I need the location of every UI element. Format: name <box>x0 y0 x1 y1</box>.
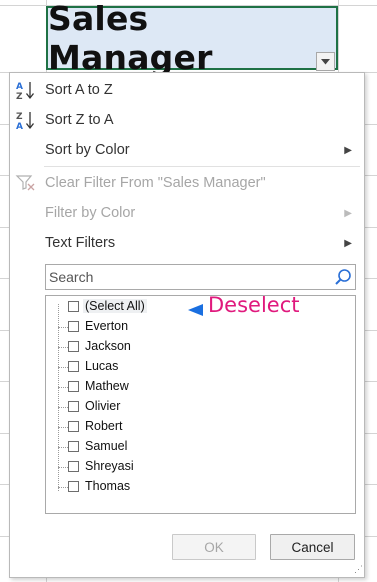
menu-item-clear-filter: Clear Filter From "Sales Manager" <box>10 168 364 198</box>
list-item-label: Samuel <box>85 439 128 453</box>
submenu-arrow-icon: ▶ <box>344 144 352 156</box>
submenu-arrow-icon: ▶ <box>344 207 352 219</box>
checkbox[interactable] <box>68 401 79 412</box>
svg-text:Z: Z <box>16 112 23 122</box>
ok-button[interactable]: OK <box>172 534 256 560</box>
menu-item-text-filters[interactable]: Text Filters ▶ <box>10 228 364 258</box>
list-item[interactable]: Everton <box>46 317 346 337</box>
menu-label-text-filters: Text Filters <box>45 235 116 251</box>
cancel-button[interactable]: Cancel <box>270 534 355 560</box>
header-title: Sales Manager <box>48 0 213 77</box>
menu-label-clear-filter: Clear Filter From "Sales Manager" <box>45 175 266 191</box>
sort-ascending-icon: A Z <box>16 82 35 100</box>
list-item-label: (Select All) <box>83 299 147 313</box>
search-placeholder: Search <box>49 269 94 285</box>
list-item-select-all[interactable]: (Select All) Deselect <box>46 295 346 317</box>
tree-branch <box>58 467 68 468</box>
search-icon <box>335 269 351 285</box>
tree-branch <box>58 367 68 368</box>
tree-branch <box>58 327 68 328</box>
menu-item-sort-z-to-a[interactable]: Z A Sort Z to A <box>10 105 364 135</box>
menu-label-sort-by-color: Sort by Color <box>45 142 130 158</box>
menu-separator <box>44 166 360 167</box>
list-item-label: Shreyasi <box>85 459 134 473</box>
list-item-label: Mathew <box>85 379 129 393</box>
svg-text:A: A <box>16 122 23 130</box>
checkbox[interactable] <box>68 381 79 392</box>
menu-label-sort-z-to-a: Sort Z to A <box>45 112 114 128</box>
list-item-label: Robert <box>85 419 123 433</box>
menu-item-sort-a-to-z[interactable]: A Z Sort A to Z <box>10 75 364 105</box>
tree-branch <box>58 387 68 388</box>
list-item[interactable]: Samuel <box>46 437 346 457</box>
checkbox[interactable] <box>68 481 79 492</box>
list-item-label: Lucas <box>85 359 119 373</box>
list-item[interactable]: Robert <box>46 417 346 437</box>
svg-text:Z: Z <box>16 92 23 100</box>
list-item-label: Jackson <box>85 339 131 353</box>
annotation-deselect: Deselect <box>208 295 300 317</box>
menu-label-sort-a-to-z: Sort A to Z <box>45 82 113 98</box>
resize-grip-icon[interactable]: ⋰ <box>354 564 363 575</box>
svg-text:A: A <box>16 82 23 92</box>
tree-branch <box>58 407 68 408</box>
list-item[interactable]: Mathew <box>46 377 346 397</box>
checkbox[interactable] <box>68 361 79 372</box>
list-item[interactable]: Shreyasi <box>46 457 346 477</box>
tree-branch <box>58 427 68 428</box>
checkbox[interactable] <box>68 461 79 472</box>
autofilter-menu: A Z Sort A to Z Z A Sort Z to A Sort by … <box>9 72 365 578</box>
list-item[interactable]: Jackson <box>46 337 346 357</box>
filter-dropdown-button[interactable] <box>316 52 335 71</box>
submenu-arrow-icon: ▶ <box>344 237 352 249</box>
menu-item-filter-by-color: Filter by Color ▶ <box>10 198 364 228</box>
list-item[interactable]: Lucas <box>46 357 346 377</box>
list-item[interactable]: Olivier <box>46 397 346 417</box>
value-checkbox-list[interactable]: (Select All) Deselect Everton Jackson Lu… <box>45 295 356 514</box>
list-item[interactable]: Thomas <box>46 477 346 497</box>
checkbox[interactable] <box>68 321 79 332</box>
checkbox[interactable] <box>68 301 79 312</box>
dropdown-arrow-icon <box>321 58 330 64</box>
list-item-label: Thomas <box>85 479 131 493</box>
checkbox[interactable] <box>68 341 79 352</box>
checkbox[interactable] <box>68 441 79 452</box>
menu-item-sort-by-color[interactable]: Sort by Color ▶ <box>10 135 364 165</box>
checkbox[interactable] <box>68 421 79 432</box>
annotation-arrow-icon <box>188 304 203 316</box>
tree-branch <box>58 487 68 488</box>
tree-branch <box>58 447 68 448</box>
list-item-label: Everton <box>85 319 129 333</box>
list-item-label: Olivier <box>85 399 121 413</box>
tree-branch <box>58 347 68 348</box>
sort-descending-icon: Z A <box>16 112 35 130</box>
clear-filter-icon <box>15 175 35 191</box>
menu-label-filter-by-color: Filter by Color <box>45 205 136 221</box>
header-cell-sales-manager[interactable]: Sales Manager <box>46 0 338 77</box>
search-input[interactable]: Search <box>45 264 356 290</box>
